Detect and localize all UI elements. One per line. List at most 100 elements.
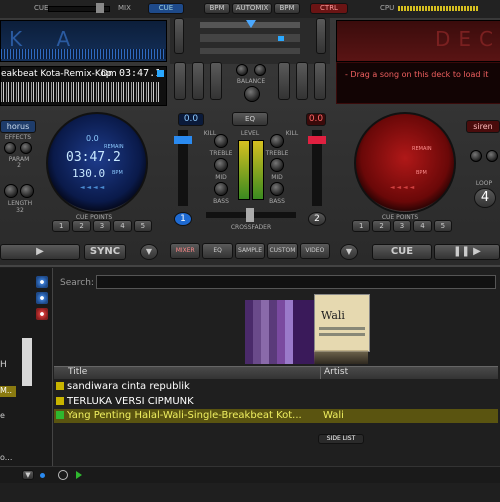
bpm-button-left[interactable]: BPM (204, 3, 230, 14)
album-cover-stack[interactable] (245, 300, 315, 364)
tab-mixer[interactable]: MIXER (170, 243, 201, 259)
left-fx-fader-small[interactable] (210, 62, 222, 100)
tree-dropdown-button[interactable]: ▼ (22, 470, 34, 480)
left-loop-value: 32 (16, 207, 24, 214)
tab-custom[interactable]: CUSTOM (267, 243, 298, 259)
right-pitch-slider[interactable] (308, 130, 326, 206)
tree-item-2[interactable]: M.. (0, 386, 16, 397)
right-waveform-display[interactable]: DEC (336, 20, 500, 62)
left-pitch-fader-small[interactable] (174, 62, 186, 100)
browser-footer: ▼ (0, 466, 500, 483)
left-waveform-display[interactable]: K A (0, 20, 167, 62)
cue-button-top[interactable]: CUE (148, 3, 184, 14)
left-pitch-slider[interactable] (174, 130, 192, 206)
eq-button[interactable]: EQ (232, 112, 268, 126)
right-bass-knob[interactable] (270, 182, 284, 196)
bpm-button-right[interactable]: BPM (274, 3, 300, 14)
left-treble-knob[interactable] (214, 134, 228, 148)
tab-video[interactable]: VIDEO (299, 243, 331, 259)
left-cue-point-2[interactable]: 2 (72, 220, 91, 232)
right-cue-button[interactable]: CUE (372, 244, 432, 260)
crossfader-track[interactable] (206, 208, 296, 222)
side-list-button[interactable]: SIDE LIST (318, 434, 364, 444)
balance-knob[interactable] (244, 86, 260, 102)
right-fx-fader-small[interactable] (278, 62, 290, 100)
left-param-knob-1[interactable] (4, 142, 16, 154)
left-cue-point-4[interactable]: 4 (113, 220, 132, 232)
right-deck-options-button[interactable]: ▼ (340, 244, 358, 260)
right-treble-knob[interactable] (270, 134, 284, 148)
remove-folder-icon[interactable] (36, 308, 48, 320)
left-pitch-thumb[interactable] (174, 136, 192, 144)
left-cue-point-1[interactable]: 1 (52, 220, 71, 232)
right-deck-number[interactable]: 2 (308, 212, 326, 226)
center-middle-panel: BALANCE (170, 62, 330, 104)
left-cue-point-3[interactable]: 3 (92, 220, 112, 232)
album-cover-wali[interactable]: Wali (314, 294, 370, 352)
left-mid-knob[interactable] (214, 158, 228, 172)
deck-selector-bar[interactable] (200, 34, 300, 42)
list-item[interactable]: sandiwara cinta republik (54, 380, 498, 394)
tree-item-1[interactable]: H (0, 360, 7, 370)
left-play-pause-button[interactable]: ▶ (0, 244, 80, 260)
left-time-indicator (157, 70, 164, 77)
left-param-knob-2[interactable] (20, 142, 32, 154)
column-divider[interactable] (320, 367, 321, 379)
right-cue-point-1[interactable]: 1 (352, 220, 371, 232)
cpu-label: CPU (380, 4, 395, 12)
right-jog-wheel[interactable]: REMAIN BPM ◄ ◄ ◄ ◄ (354, 112, 456, 214)
left-deck-options-button[interactable]: ▼ (140, 244, 158, 260)
bpm-marker-icon (246, 20, 256, 28)
search-input[interactable] (96, 275, 496, 289)
cue-mix-thumb[interactable] (96, 3, 104, 13)
left-track-waveform[interactable] (1, 82, 161, 102)
balance-knob-right[interactable] (254, 64, 266, 76)
folder-tree[interactable]: H M.. e o... (0, 268, 53, 483)
list-item-selected[interactable]: Yang Penting Halal-Wali-Single-Breakbeat… (54, 409, 498, 423)
right-cue-point-2[interactable]: 2 (372, 220, 391, 232)
tree-scrollbar-thumb[interactable] (22, 338, 32, 386)
automix-button[interactable]: AUTOMIX (232, 3, 272, 14)
right-effect-select[interactable]: siren (466, 120, 500, 133)
left-deck-number[interactable]: 1 (174, 212, 192, 226)
right-gain-fader[interactable] (316, 18, 326, 54)
search-options-icon[interactable] (58, 470, 68, 480)
left-gain-fader[interactable] (174, 18, 184, 54)
right-loop-label: LOOP (475, 180, 493, 187)
list-item[interactable]: TERLUKA VERSI CIPMUNK (54, 395, 498, 409)
right-cue-point-4[interactable]: 4 (413, 220, 432, 232)
add-folder-icon[interactable] (36, 276, 48, 288)
right-mid-knob[interactable] (270, 158, 284, 172)
right-volume-fader-small[interactable] (296, 62, 308, 100)
left-jog-wheel[interactable]: 0.0 REMAIN 03:47.2 130.0 BPM ◄ ◄ ◄ ◄ (46, 112, 148, 214)
column-title[interactable]: Title (68, 367, 87, 377)
master-volume-bar[interactable] (200, 48, 300, 54)
left-loop-knob-2[interactable] (20, 184, 34, 198)
right-param-knob-2[interactable] (486, 150, 498, 162)
left-effect-select[interactable]: horus (0, 120, 36, 133)
tree-item-3[interactable]: e (0, 411, 5, 420)
left-cue-point-5[interactable]: 5 (133, 220, 153, 232)
tree-item-4[interactable]: o... (0, 453, 12, 462)
right-pitch-fader-small[interactable] (314, 62, 326, 100)
crossfader-thumb[interactable] (246, 208, 254, 222)
add-playlist-icon[interactable] (36, 292, 48, 304)
balance-knob-left[interactable] (236, 64, 248, 76)
row-title: TERLUKA VERSI CIPMUNK (67, 396, 194, 407)
right-loop-value[interactable]: 4 (474, 188, 496, 208)
left-sync-button[interactable]: SYNC (84, 244, 126, 260)
left-bass-knob[interactable] (214, 182, 228, 196)
right-pitch-thumb[interactable] (308, 136, 326, 144)
column-artist[interactable]: Artist (324, 367, 348, 377)
left-loop-knob-1[interactable] (4, 184, 18, 198)
ctrl-button[interactable]: CTRL (310, 3, 348, 14)
right-play-pause-button[interactable]: ❚❚ ▶ (434, 244, 500, 260)
left-volume-fader-small[interactable] (192, 62, 204, 100)
right-cue-point-3[interactable]: 3 (392, 220, 412, 232)
right-cue-point-5[interactable]: 5 (433, 220, 453, 232)
right-param-knob-1[interactable] (470, 150, 482, 162)
tab-eq[interactable]: EQ (202, 243, 233, 259)
play-preview-icon[interactable] (76, 471, 82, 479)
cpu-meter (398, 6, 478, 11)
tab-sample[interactable]: SAMPLE (234, 243, 266, 259)
